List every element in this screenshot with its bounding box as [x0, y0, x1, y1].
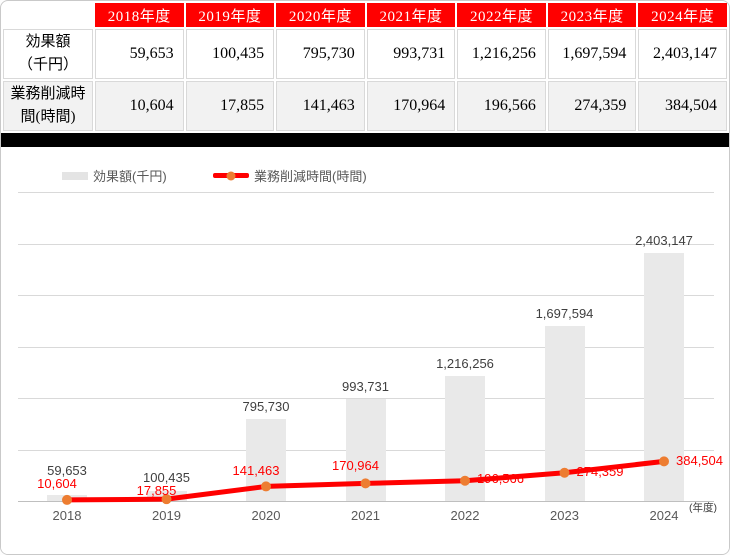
gridline — [18, 347, 714, 348]
row-label-line: 業務削減時 — [4, 83, 92, 106]
row-label-line: （千円） — [4, 54, 92, 77]
legend-item-line-series: 業務削減時間(時間) — [213, 166, 367, 185]
table-row-effect-amount: 効果額（千円） 59,653100,435795,730993,7311,216… — [3, 29, 727, 79]
bar-value-label: 993,731 — [342, 379, 389, 395]
bar-value-label: 1,697,594 — [536, 306, 594, 322]
line-value-label: 384,504 — [676, 453, 723, 469]
x-tick-label: 2020 — [252, 508, 281, 523]
line-value-label: 196,566 — [477, 471, 524, 487]
table-value-cell: 384,504 — [638, 81, 727, 131]
row-label-reduced-hours: 業務削減時間(時間) — [3, 81, 93, 131]
bar-value-label: 2,403,147 — [635, 233, 693, 249]
row-label-effect-amount: 効果額（千円） — [3, 29, 93, 79]
table-value-cell: 993,731 — [367, 29, 456, 79]
row-label-line: 効果額 — [4, 31, 92, 54]
year-column-header: 2022年度 — [457, 3, 546, 27]
line-value-label: 170,964 — [332, 458, 379, 474]
table-value-cell: 10,604 — [95, 81, 184, 131]
legend-bar-label: 効果額(千円) — [93, 166, 167, 185]
year-column-header: 2024年度 — [638, 3, 727, 27]
bar-value-label: 100,435 — [143, 470, 190, 486]
x-tick-label: 2022 — [451, 508, 480, 523]
table-value-cell: 17,855 — [186, 81, 275, 131]
x-tick-label: 2018 — [53, 508, 82, 523]
table-value-cell: 274,359 — [548, 81, 637, 131]
legend-line-label: 業務削減時間(時間) — [254, 166, 367, 185]
bar-2020 — [246, 419, 286, 501]
table-value-cell: 170,964 — [367, 81, 456, 131]
bar-value-label: 59,653 — [47, 463, 87, 479]
table-value-cell: 2,403,147 — [638, 29, 727, 79]
gridline — [18, 295, 714, 296]
table-row-reduced-hours: 業務削減時間(時間) 10,60417,855141,463170,964196… — [3, 81, 727, 131]
line-series-swatch-icon — [213, 173, 249, 178]
year-column-header: 2020年度 — [276, 3, 365, 27]
x-tick-label: 2021 — [351, 508, 380, 523]
combo-chart: 効果額(千円) 業務削減時間(時間) 10,60459,653201817,85… — [1, 147, 729, 554]
table-header-row: 2018年度2019年度2020年度2021年度2022年度2023年度2024… — [3, 3, 727, 27]
legend-item-bar-series: 効果額(千円) — [62, 166, 167, 185]
table-value-cell: 59,653 — [95, 29, 184, 79]
x-axis-line — [18, 501, 714, 502]
table-value-cell: 196,566 — [457, 81, 546, 131]
gridline — [18, 244, 714, 245]
table-corner-cell — [3, 3, 93, 27]
table-value-cell: 795,730 — [276, 29, 365, 79]
table-value-cell: 141,463 — [276, 81, 365, 131]
gridline — [18, 192, 714, 193]
year-column-header: 2021年度 — [367, 3, 456, 27]
line-value-label: 141,463 — [233, 463, 280, 479]
table-value-cell: 1,216,256 — [457, 29, 546, 79]
report-card: 2018年度2019年度2020年度2021年度2022年度2023年度2024… — [0, 0, 730, 555]
x-tick-label: 2019 — [152, 508, 181, 523]
bar-value-label: 1,216,256 — [436, 356, 494, 372]
row-label-line: 間(時間) — [4, 106, 92, 129]
year-column-header: 2018年度 — [95, 3, 184, 27]
x-axis-unit-label: (年度) — [689, 500, 717, 515]
x-tick-label: 2023 — [550, 508, 579, 523]
bar-2021 — [346, 399, 386, 501]
table-value-cell: 1,697,594 — [548, 29, 637, 79]
summary-table: 2018年度2019年度2020年度2021年度2022年度2023年度2024… — [1, 1, 729, 133]
black-divider — [1, 133, 729, 147]
line-value-label: 274,359 — [577, 464, 624, 480]
year-column-header: 2019年度 — [186, 3, 275, 27]
bar-2018 — [47, 495, 87, 501]
year-column-header: 2023年度 — [548, 3, 637, 27]
bar-series-swatch-icon — [62, 172, 88, 180]
bar-value-label: 795,730 — [243, 399, 290, 415]
x-tick-label: 2024 — [650, 508, 679, 523]
table-value-cell: 100,435 — [186, 29, 275, 79]
